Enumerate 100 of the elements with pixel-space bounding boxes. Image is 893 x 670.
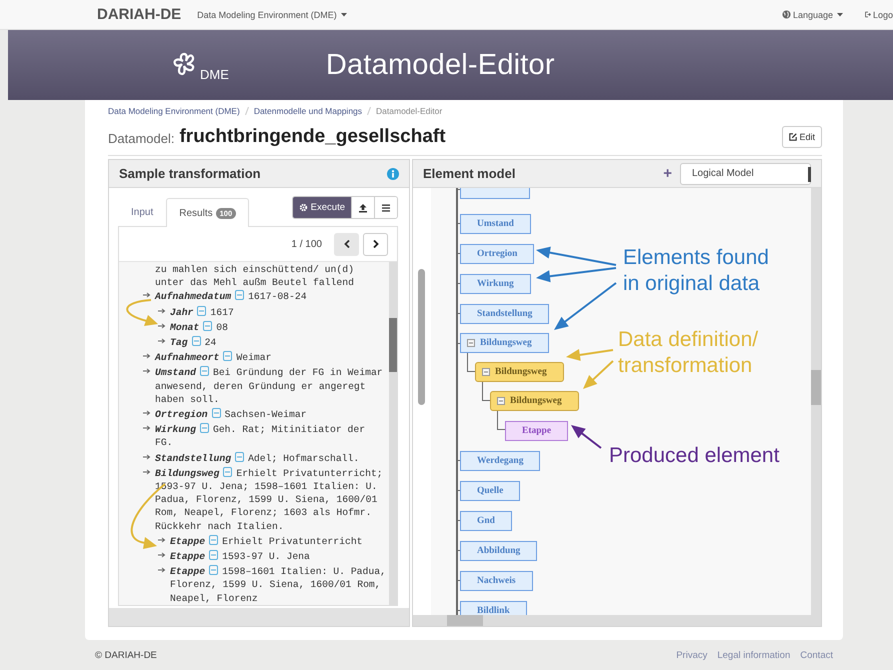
field-name: Umstand xyxy=(155,367,196,378)
gear-icon[interactable] xyxy=(298,203,308,212)
scrollbar[interactable] xyxy=(413,615,821,626)
breadcrumb-separator xyxy=(244,107,249,115)
collapse-icon[interactable] xyxy=(209,565,218,576)
menu-button[interactable] xyxy=(374,197,397,218)
field-name: Etappe xyxy=(170,536,206,547)
field-name: Ortregion xyxy=(155,409,208,420)
tree-node[interactable]: Standstellung xyxy=(460,304,550,324)
next-button[interactable] xyxy=(363,232,388,256)
breadcrumb-separator xyxy=(367,107,372,115)
collapse-icon[interactable] xyxy=(467,339,475,347)
collapse-icon[interactable] xyxy=(209,534,218,545)
field-value: anwesend, deren Gründung er angeregt xyxy=(155,380,367,393)
heading-label: Datamodel: xyxy=(108,130,174,146)
tree-node[interactable]: Ortregion xyxy=(460,244,534,264)
tree-node[interactable]: Nachweis xyxy=(460,571,533,591)
field-value: unter das Mehl außm Beutel fallend xyxy=(155,276,355,290)
breadcrumb-link[interactable]: Data Modeling Environment (DME) xyxy=(108,106,240,116)
tree-node[interactable]: Etappe xyxy=(505,421,568,441)
footer-link[interactable]: Contact xyxy=(800,650,833,660)
arrow-icon xyxy=(143,410,151,416)
collapse-icon[interactable] xyxy=(235,290,244,300)
tree-node[interactable]: Bildungsweg xyxy=(460,333,549,353)
caret-icon[interactable] xyxy=(837,12,843,16)
datamodel-name: fruchtbringende_gesellschaft xyxy=(179,126,446,148)
logout-icon[interactable] xyxy=(865,10,871,19)
page-indicator: 1 / 100 xyxy=(291,238,322,250)
chevron-right-icon[interactable] xyxy=(372,240,378,248)
tree-node[interactable]: Werdegang xyxy=(460,451,540,471)
field-value: Erhielt Privatunterricht xyxy=(222,536,363,547)
field-name: Standstellung xyxy=(155,452,232,464)
scrollbar[interactable] xyxy=(418,269,425,405)
field-value: FG. xyxy=(155,436,174,450)
tab[interactable]: Input xyxy=(118,197,166,226)
collapse-icon[interactable] xyxy=(482,368,490,376)
field-name: Aufnahmedatum xyxy=(155,291,232,302)
collapse-icon[interactable] xyxy=(223,466,232,477)
field-value: 24 xyxy=(204,337,216,348)
logout-link[interactable]: Logo xyxy=(865,10,893,20)
language-menu[interactable]: Language xyxy=(782,10,843,20)
collapse-icon[interactable] xyxy=(209,550,218,560)
collapse-icon[interactable] xyxy=(235,452,244,462)
field-value: Rom, Neapel, Florenz; 1603 als Hofmr. xyxy=(155,506,372,520)
field-value: 1593-97 U. Jena xyxy=(222,551,310,562)
edit-icon[interactable] xyxy=(789,132,798,140)
breadcrumb-link[interactable]: Datenmodelle und Mappings xyxy=(254,106,362,116)
field-value: Adel; Hofmarschall. xyxy=(248,452,360,464)
tree-node[interactable]: Bildungsweg xyxy=(475,362,564,382)
field-name: Monat xyxy=(170,322,200,333)
panel-title: Element model xyxy=(423,166,516,181)
upload-icon[interactable] xyxy=(358,202,368,212)
collapse-icon[interactable] xyxy=(212,408,221,418)
collapse-icon[interactable] xyxy=(197,306,206,316)
field-name: Jahr xyxy=(170,306,194,318)
app-menu[interactable]: Data Modeling Environment (DME) xyxy=(197,10,347,20)
tree-node[interactable]: Wirkung xyxy=(460,274,531,294)
tree-node[interactable]: Quelle xyxy=(460,481,520,501)
model-select[interactable]: Logical Model xyxy=(680,162,811,184)
collapse-icon[interactable] xyxy=(200,366,209,376)
info-icon[interactable] xyxy=(387,168,399,180)
execute-button[interactable]: Execute xyxy=(292,197,351,218)
scrollbar[interactable] xyxy=(811,188,821,615)
tree-node[interactable]: Umstand xyxy=(460,214,531,234)
caret-icon[interactable] xyxy=(340,12,347,16)
field-value: Padua, Florenz, 1599 U. Siena, 1600/01 xyxy=(155,493,378,506)
collapse-icon[interactable] xyxy=(223,351,232,362)
field-value: Rückkehr nach Italien. xyxy=(155,520,285,533)
tree-node[interactable]: Bildungsweg xyxy=(490,391,579,411)
field-name: Bildungsweg xyxy=(155,468,220,479)
arrow-icon xyxy=(143,353,151,360)
field-name: Tag xyxy=(170,337,188,348)
collapse-icon[interactable] xyxy=(203,320,212,331)
annotation-text: Produced element xyxy=(609,443,780,469)
arrow-icon xyxy=(158,536,166,543)
footer-link[interactable]: Legal information xyxy=(717,650,790,660)
tree-node[interactable]: Abbildung xyxy=(460,541,538,561)
collapse-icon[interactable] xyxy=(192,336,201,346)
annotation-arrow xyxy=(126,299,158,326)
footer-link[interactable]: Privacy xyxy=(676,650,708,660)
scrollbar[interactable] xyxy=(389,262,397,605)
copyright-text: © DARIAH-DE xyxy=(95,650,157,660)
annotation-text: Elements found in original data xyxy=(623,245,769,297)
menu-icon[interactable] xyxy=(381,202,391,212)
globe-icon[interactable] xyxy=(782,10,791,19)
field-name: Etappe xyxy=(170,551,206,562)
collapse-icon[interactable] xyxy=(200,423,209,434)
add-button[interactable]: + xyxy=(663,165,672,182)
field-value: haben soll. xyxy=(155,392,220,406)
annotation-arrow xyxy=(571,425,602,449)
edit-button[interactable]: Edit xyxy=(782,126,822,148)
tree-node[interactable]: Bildlink xyxy=(460,601,527,615)
arrow-icon xyxy=(158,322,166,329)
collapse-icon[interactable] xyxy=(497,397,505,405)
arrow-icon xyxy=(158,338,166,344)
brand-name[interactable]: DARIAH-DE xyxy=(97,6,182,23)
tree-node[interactable]: Gnd xyxy=(460,511,512,531)
arrow-icon xyxy=(158,552,166,558)
arrow-icon xyxy=(143,425,151,432)
arrow-icon xyxy=(143,292,151,298)
